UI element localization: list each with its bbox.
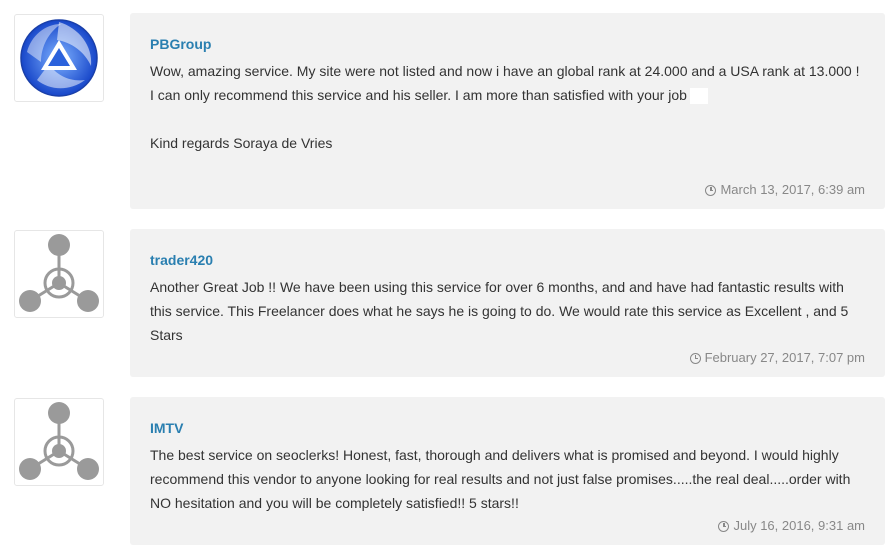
avatar[interactable]: [14, 230, 104, 318]
default-avatar-icon: [19, 402, 99, 480]
review-line: Kind regards Soraya de Vries: [150, 135, 333, 151]
review-line: The best service on seoclerks! Honest, f…: [150, 447, 851, 511]
highlight-mark: [689, 88, 708, 105]
review-bubble: IMTV The best service on seoclerks! Hone…: [130, 397, 885, 545]
avatar[interactable]: [14, 14, 104, 102]
review-text: Another Great Job !! We have been using …: [150, 275, 869, 347]
default-avatar-icon: [19, 234, 99, 312]
clock-icon: [718, 520, 730, 532]
review-date: March 13, 2017, 6:39 am: [705, 182, 865, 198]
clock-icon: [705, 184, 717, 196]
username-link[interactable]: PBGroup: [150, 35, 211, 53]
review-date-text: July 16, 2016, 9:31 am: [733, 518, 865, 533]
username-link[interactable]: IMTV: [150, 419, 183, 437]
review-date-text: March 13, 2017, 6:39 am: [720, 182, 865, 197]
review-line: Another Great Job !! We have been using …: [150, 279, 849, 343]
clock-icon: [689, 352, 701, 364]
username-link[interactable]: trader420: [150, 251, 213, 269]
review-date-text: February 27, 2017, 7:07 pm: [704, 350, 865, 365]
review-date: July 16, 2016, 9:31 am: [718, 518, 865, 534]
review-line: Wow, amazing service. My site were not l…: [150, 63, 860, 79]
review-line: I can only recommend this service and hi…: [150, 83, 869, 107]
review-date: February 27, 2017, 7:07 pm: [689, 350, 865, 366]
avatar[interactable]: [14, 398, 104, 486]
review-text: Wow, amazing service. My site were not l…: [150, 59, 869, 155]
review-text: The best service on seoclerks! Honest, f…: [150, 443, 869, 515]
review-bubble: PBGroup Wow, amazing service. My site we…: [130, 13, 885, 209]
pbgroup-logo-icon: [20, 19, 98, 97]
review-bubble: trader420 Another Great Job !! We have b…: [130, 229, 885, 377]
